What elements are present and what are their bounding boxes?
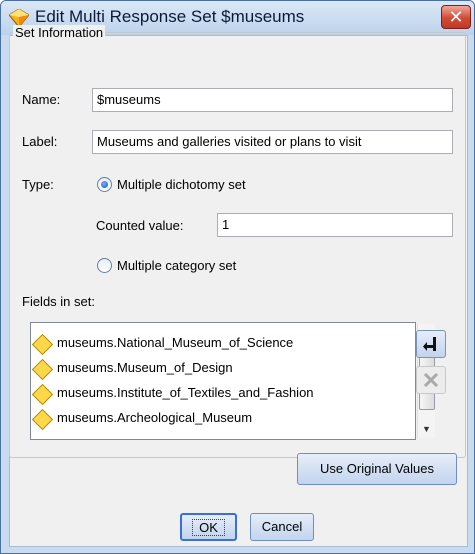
category-radio[interactable]: [97, 258, 112, 273]
type-label: Type:: [22, 177, 54, 192]
dichotomy-radio[interactable]: [97, 177, 112, 192]
close-icon: ✕: [448, 7, 464, 27]
scroll-down-button[interactable]: ▼: [418, 421, 435, 438]
label-label: Label:: [22, 134, 58, 149]
label-input[interactable]: Museums and galleries visited or plans t…: [92, 130, 453, 154]
counted-value-label: Counted value:: [96, 218, 184, 233]
field-name: museums.Museum_of_Design: [57, 360, 233, 375]
use-original-values-button[interactable]: Use Original Values: [297, 453, 457, 485]
add-field-button[interactable]: [416, 330, 446, 358]
dichotomy-option-label[interactable]: Multiple dichotomy set: [117, 177, 246, 192]
name-label: Name:: [22, 92, 61, 107]
field-diamond-icon: [31, 408, 54, 431]
ok-label: OK: [192, 519, 225, 536]
ok-button[interactable]: OK: [180, 513, 237, 541]
field-diamond-icon: [31, 333, 54, 356]
remove-field-button[interactable]: [416, 366, 446, 394]
cancel-button[interactable]: Cancel: [250, 513, 314, 541]
field-name: museums.Institute_of_Textiles_and_Fashio…: [57, 385, 314, 400]
add-field-icon: [423, 337, 436, 351]
category-option-label[interactable]: Multiple category set: [117, 258, 236, 273]
name-input[interactable]: $museums: [92, 88, 453, 112]
field-name: museums.National_Museum_of_Science: [57, 335, 294, 350]
field-diamond-icon: [31, 358, 54, 381]
fields-in-set-label: Fields in set:: [22, 294, 95, 309]
counted-value-input[interactable]: 1: [217, 213, 453, 237]
field-name: museums.Archeological_Museum: [57, 410, 253, 425]
remove-x-icon: [423, 372, 439, 388]
fields-listbox[interactable]: museums.National_Museum_of_Science museu…: [30, 322, 435, 440]
window-title: Edit Multi Response Set $museums: [35, 7, 305, 26]
field-diamond-icon: [31, 383, 54, 406]
group-legend: Set Information: [13, 25, 106, 40]
close-button[interactable]: ✕: [441, 5, 471, 29]
